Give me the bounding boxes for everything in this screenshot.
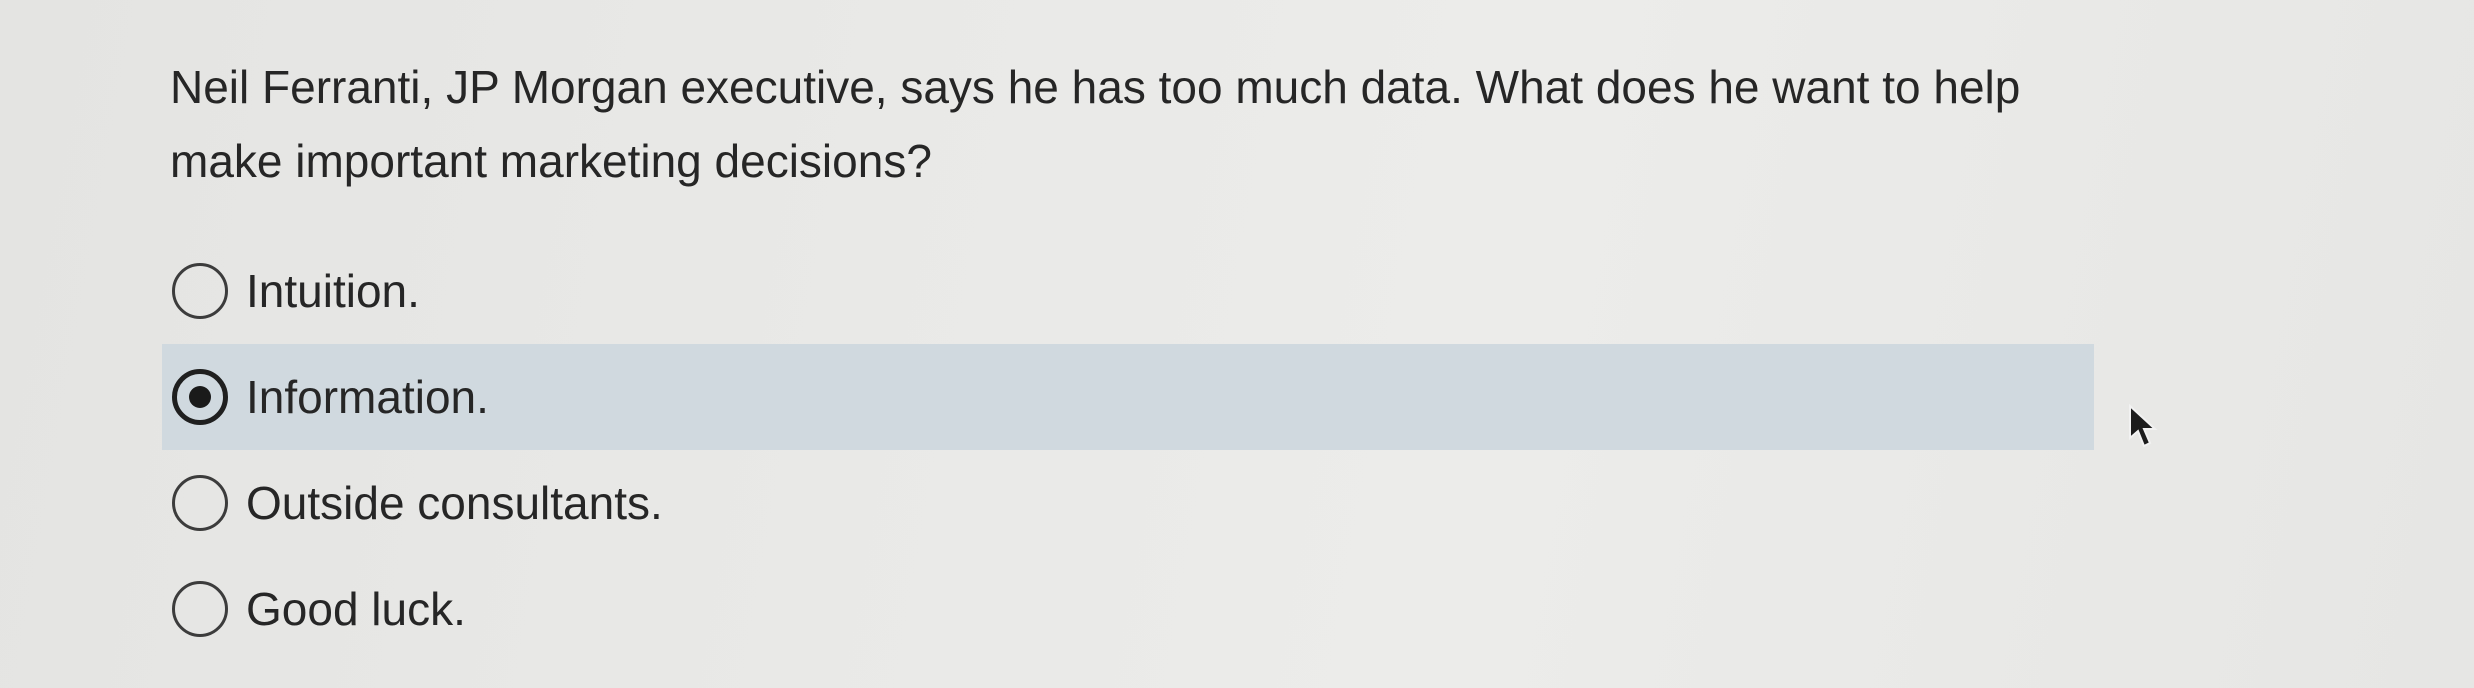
option-label: Good luck. [246,583,466,635]
question-text: Neil Ferranti, JP Morgan executive, says… [170,61,2021,187]
option-good-luck[interactable]: Good luck. [162,556,2094,662]
answer-options: Intuition. Information. Outside consulta… [162,238,2094,662]
radio-button-selected[interactable] [172,369,228,425]
option-label: Intuition. [246,265,420,317]
radio-selected-dot-icon [189,386,211,408]
option-information[interactable]: Information. [162,344,2094,450]
radio-button-unselected[interactable] [172,475,228,531]
mouse-pointer-icon [2129,404,2158,448]
option-intuition[interactable]: Intuition. [162,238,2094,344]
radio-button-unselected[interactable] [172,581,228,637]
option-label: Outside consultants. [246,477,663,529]
radio-button-unselected[interactable] [172,263,228,319]
option-label: Information. [246,371,489,423]
option-outside-consultants[interactable]: Outside consultants. [162,450,2094,556]
